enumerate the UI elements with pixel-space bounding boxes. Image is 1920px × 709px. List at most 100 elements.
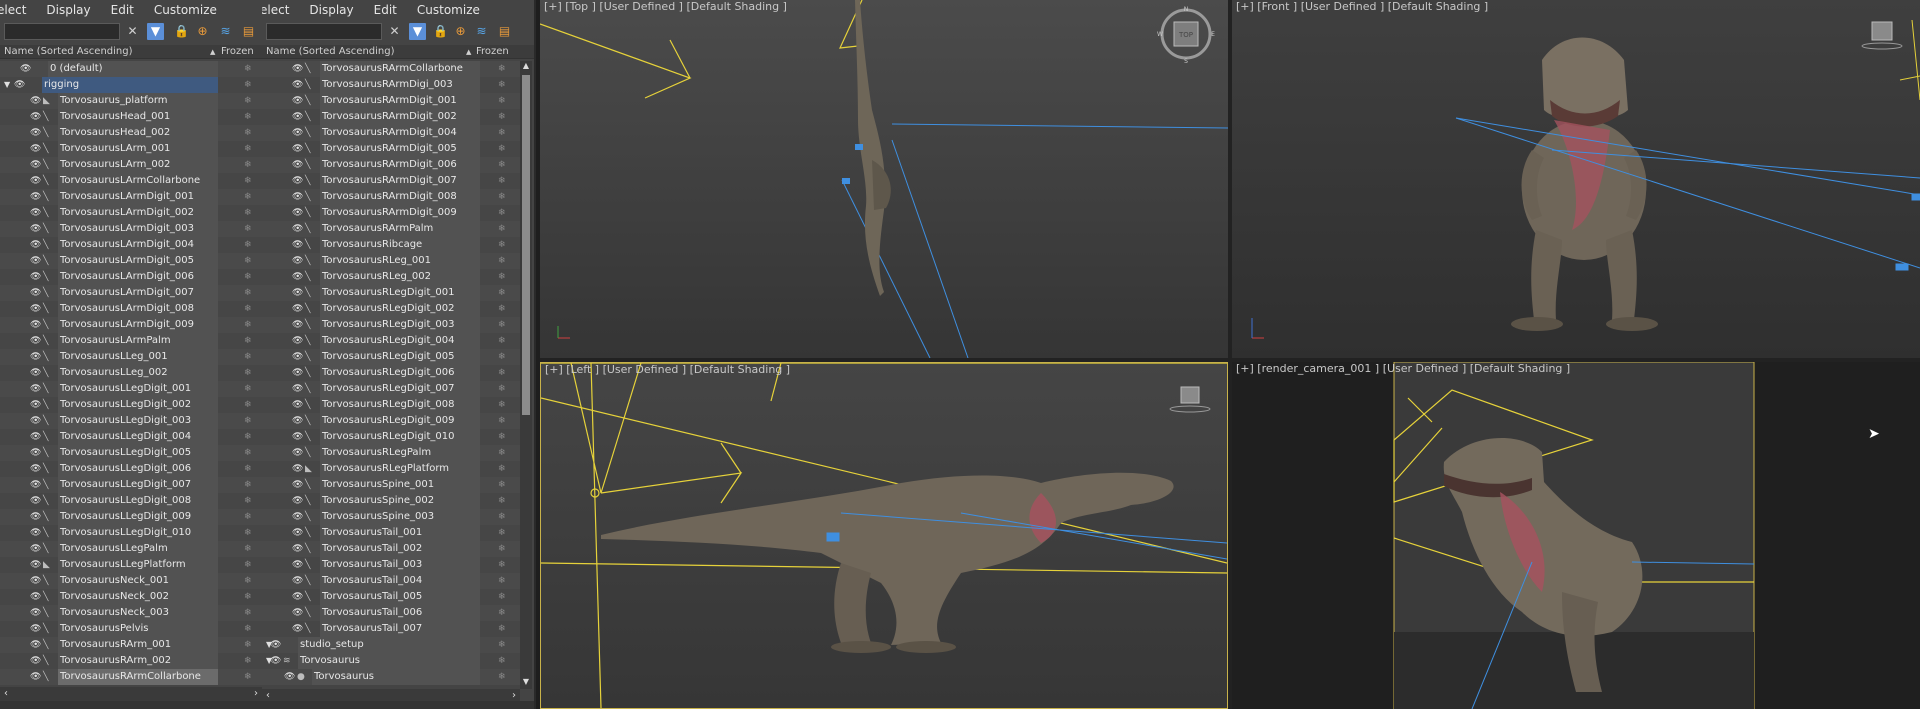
list-item[interactable]: 👁 ╲ TorvosaurusRArmCollarbone ❄ [0, 669, 262, 685]
visibility-eye-icon[interactable]: 👁 [30, 397, 41, 413]
visibility-eye-icon[interactable]: 👁 [292, 605, 303, 621]
visibility-eye-icon[interactable]: 👁 [292, 301, 303, 317]
visibility-eye-icon[interactable]: 👁 [292, 381, 303, 397]
visibility-eye-icon[interactable]: 👁 [292, 573, 303, 589]
list-item[interactable]: 👁 ╲ TorvosaurusLArmDigit_006 ❄ [0, 269, 262, 285]
frozen-toggle-icon[interactable]: ❄ [498, 157, 506, 173]
visibility-eye-icon[interactable]: 👁 [270, 637, 281, 653]
frozen-toggle-icon[interactable]: ❄ [244, 573, 252, 589]
visibility-eye-icon[interactable]: 👁 [292, 589, 303, 605]
list-item[interactable]: 👁 ╲ TorvosaurusLLegDigit_009 ❄ [0, 509, 262, 525]
list-item[interactable]: 👁 ╲ TorvosaurusHead_001 ❄ [0, 109, 262, 125]
visibility-eye-icon[interactable]: 👁 [30, 109, 41, 125]
search-input[interactable] [4, 23, 120, 40]
visibility-eye-icon[interactable]: 👁 [292, 365, 303, 381]
frozen-toggle-icon[interactable]: ❄ [244, 445, 252, 461]
frozen-toggle-icon[interactable]: ❄ [244, 93, 252, 109]
list-item[interactable]: ▼ 👁 studio_setup ❄ [262, 637, 520, 653]
frozen-toggle-icon[interactable]: ❄ [498, 381, 506, 397]
menu-select[interactable]: elect [262, 3, 299, 17]
visibility-eye-icon[interactable]: 👁 [292, 77, 303, 93]
visibility-eye-icon[interactable]: 👁 [292, 93, 303, 109]
vertical-scrollbar[interactable]: ▲ ▼ [520, 61, 532, 689]
list-item[interactable]: 👁 0 (default) ❄ [0, 61, 262, 77]
visibility-eye-icon[interactable]: 👁 [30, 285, 41, 301]
list-item[interactable]: 👁 ╲ TorvosaurusSpine_001 ❄ [262, 477, 520, 493]
list-item[interactable]: 👁 ╲ TorvosaurusLArm_001 ❄ [0, 141, 262, 157]
visibility-eye-icon[interactable]: 👁 [292, 189, 303, 205]
list-item[interactable]: 👁 ◣ TorvosaurusRLegPlatform ❄ [262, 461, 520, 477]
list-item[interactable]: 👁 ╲ TorvosaurusLLegPalm ❄ [0, 541, 262, 557]
frozen-toggle-icon[interactable]: ❄ [498, 493, 506, 509]
list-item[interactable]: ▼ 👁 ≋ Torvosaurus ❄ [262, 653, 520, 669]
visibility-eye-icon[interactable]: 👁 [30, 365, 41, 381]
viewport-front[interactable]: [+] [Front ] [User Defined ] [Default Sh… [1232, 0, 1920, 358]
frozen-toggle-icon[interactable]: ❄ [244, 541, 252, 557]
visibility-eye-icon[interactable]: 👁 [30, 525, 41, 541]
list-item[interactable]: 👁 ╲ TorvosaurusLLeg_002 ❄ [0, 365, 262, 381]
viewport-left[interactable]: [+] [Left ] [User Defined ] [Default Sha… [540, 362, 1228, 709]
viewport-camera[interactable]: [+] [render_camera_001 ] [User Defined ]… [1232, 362, 1920, 709]
list-item[interactable]: 👁 ╲ TorvosaurusNeck_001 ❄ [0, 573, 262, 589]
visibility-eye-icon[interactable]: 👁 [30, 157, 41, 173]
frozen-toggle-icon[interactable]: ❄ [244, 221, 252, 237]
viewcube-compass[interactable]: TOP N E S W [1157, 6, 1215, 65]
list-item[interactable]: 👁 ╲ TorvosaurusRArm_001 ❄ [0, 637, 262, 653]
frozen-toggle-icon[interactable]: ❄ [244, 621, 252, 637]
column-frozen[interactable]: Frozen [476, 45, 509, 59]
list-item[interactable]: 👁 ╲ TorvosaurusLArmDigit_007 ❄ [0, 285, 262, 301]
frozen-toggle-icon[interactable]: ❄ [244, 333, 252, 349]
list-item[interactable]: 👁 ╲ TorvosaurusTail_003 ❄ [262, 557, 520, 573]
scroll-down-icon[interactable]: ▼ [520, 677, 532, 689]
list-item[interactable]: 👁 ╲ TorvosaurusRArm_002 ❄ [0, 653, 262, 669]
menu-edit[interactable]: Edit [101, 3, 144, 17]
visibility-eye-icon[interactable]: 👁 [30, 189, 41, 205]
visibility-eye-icon[interactable]: 👁 [292, 269, 303, 285]
viewcube-left[interactable] [1169, 386, 1211, 413]
list-item[interactable]: 👁 ╲ TorvosaurusRLegDigit_003 ❄ [262, 317, 520, 333]
visibility-eye-icon[interactable]: 👁 [30, 557, 41, 573]
expand-arrow-icon[interactable]: ▼ [4, 77, 10, 93]
visibility-eye-icon[interactable]: 👁 [292, 141, 303, 157]
horizontal-scrollbar[interactable]: ‹ › [0, 687, 262, 701]
layers-icon[interactable]: ≋ [473, 23, 490, 40]
visibility-eye-icon[interactable]: 👁 [292, 173, 303, 189]
visibility-eye-icon[interactable]: 👁 [292, 109, 303, 125]
list-item[interactable]: 👁 ╲ TorvosaurusLLegDigit_007 ❄ [0, 477, 262, 493]
visibility-eye-icon[interactable]: 👁 [292, 493, 303, 509]
column-frozen[interactable]: Frozen [221, 45, 254, 59]
list-item[interactable]: 👁 ╲ TorvosaurusLArmDigit_001 ❄ [0, 189, 262, 205]
frozen-toggle-icon[interactable]: ❄ [244, 637, 252, 653]
visibility-eye-icon[interactable]: 👁 [292, 445, 303, 461]
list-item[interactable]: 👁 ╲ TorvosaurusRArmDigit_006 ❄ [262, 157, 520, 173]
visibility-eye-icon[interactable]: 👁 [30, 509, 41, 525]
list-item[interactable]: 👁 ╲ TorvosaurusRArmPalm ❄ [262, 221, 520, 237]
list-item[interactable]: 👁 ╲ TorvosaurusRLegDigit_009 ❄ [262, 413, 520, 429]
visibility-eye-icon[interactable]: 👁 [292, 317, 303, 333]
frozen-toggle-icon[interactable]: ❄ [244, 253, 252, 269]
visibility-eye-icon[interactable]: 👁 [14, 77, 25, 93]
list-item[interactable]: 👁 ╲ TorvosaurusSpine_003 ❄ [262, 509, 520, 525]
frozen-toggle-icon[interactable]: ❄ [498, 509, 506, 525]
visibility-eye-icon[interactable]: 👁 [30, 605, 41, 621]
visibility-eye-icon[interactable]: 👁 [30, 141, 41, 157]
sort-icon[interactable]: ▤ [496, 23, 513, 40]
frozen-toggle-icon[interactable]: ❄ [498, 173, 506, 189]
frozen-toggle-icon[interactable]: ❄ [244, 269, 252, 285]
frozen-toggle-icon[interactable]: ❄ [244, 477, 252, 493]
visibility-eye-icon[interactable]: 👁 [30, 669, 41, 685]
frozen-toggle-icon[interactable]: ❄ [498, 221, 506, 237]
frozen-toggle-icon[interactable]: ❄ [498, 605, 506, 621]
visibility-eye-icon[interactable]: 👁 [30, 573, 41, 589]
visibility-eye-icon[interactable]: 👁 [30, 381, 41, 397]
list-item[interactable]: 👁 ╲ TorvosaurusRLegDigit_001 ❄ [262, 285, 520, 301]
frozen-toggle-icon[interactable]: ❄ [244, 669, 252, 685]
list-item[interactable]: 👁 ╲ TorvosaurusRArmDigit_002 ❄ [262, 109, 520, 125]
frozen-toggle-icon[interactable]: ❄ [498, 477, 506, 493]
list-item[interactable]: 👁 ╲ TorvosaurusNeck_002 ❄ [0, 589, 262, 605]
list-item[interactable]: 👁 ╲ TorvosaurusLLegDigit_004 ❄ [0, 429, 262, 445]
visibility-eye-icon[interactable]: 👁 [292, 525, 303, 541]
visibility-eye-icon[interactable]: 👁 [292, 221, 303, 237]
list-item[interactable]: 👁 ╲ TorvosaurusRLegDigit_002 ❄ [262, 301, 520, 317]
visibility-eye-icon[interactable]: 👁 [30, 205, 41, 221]
